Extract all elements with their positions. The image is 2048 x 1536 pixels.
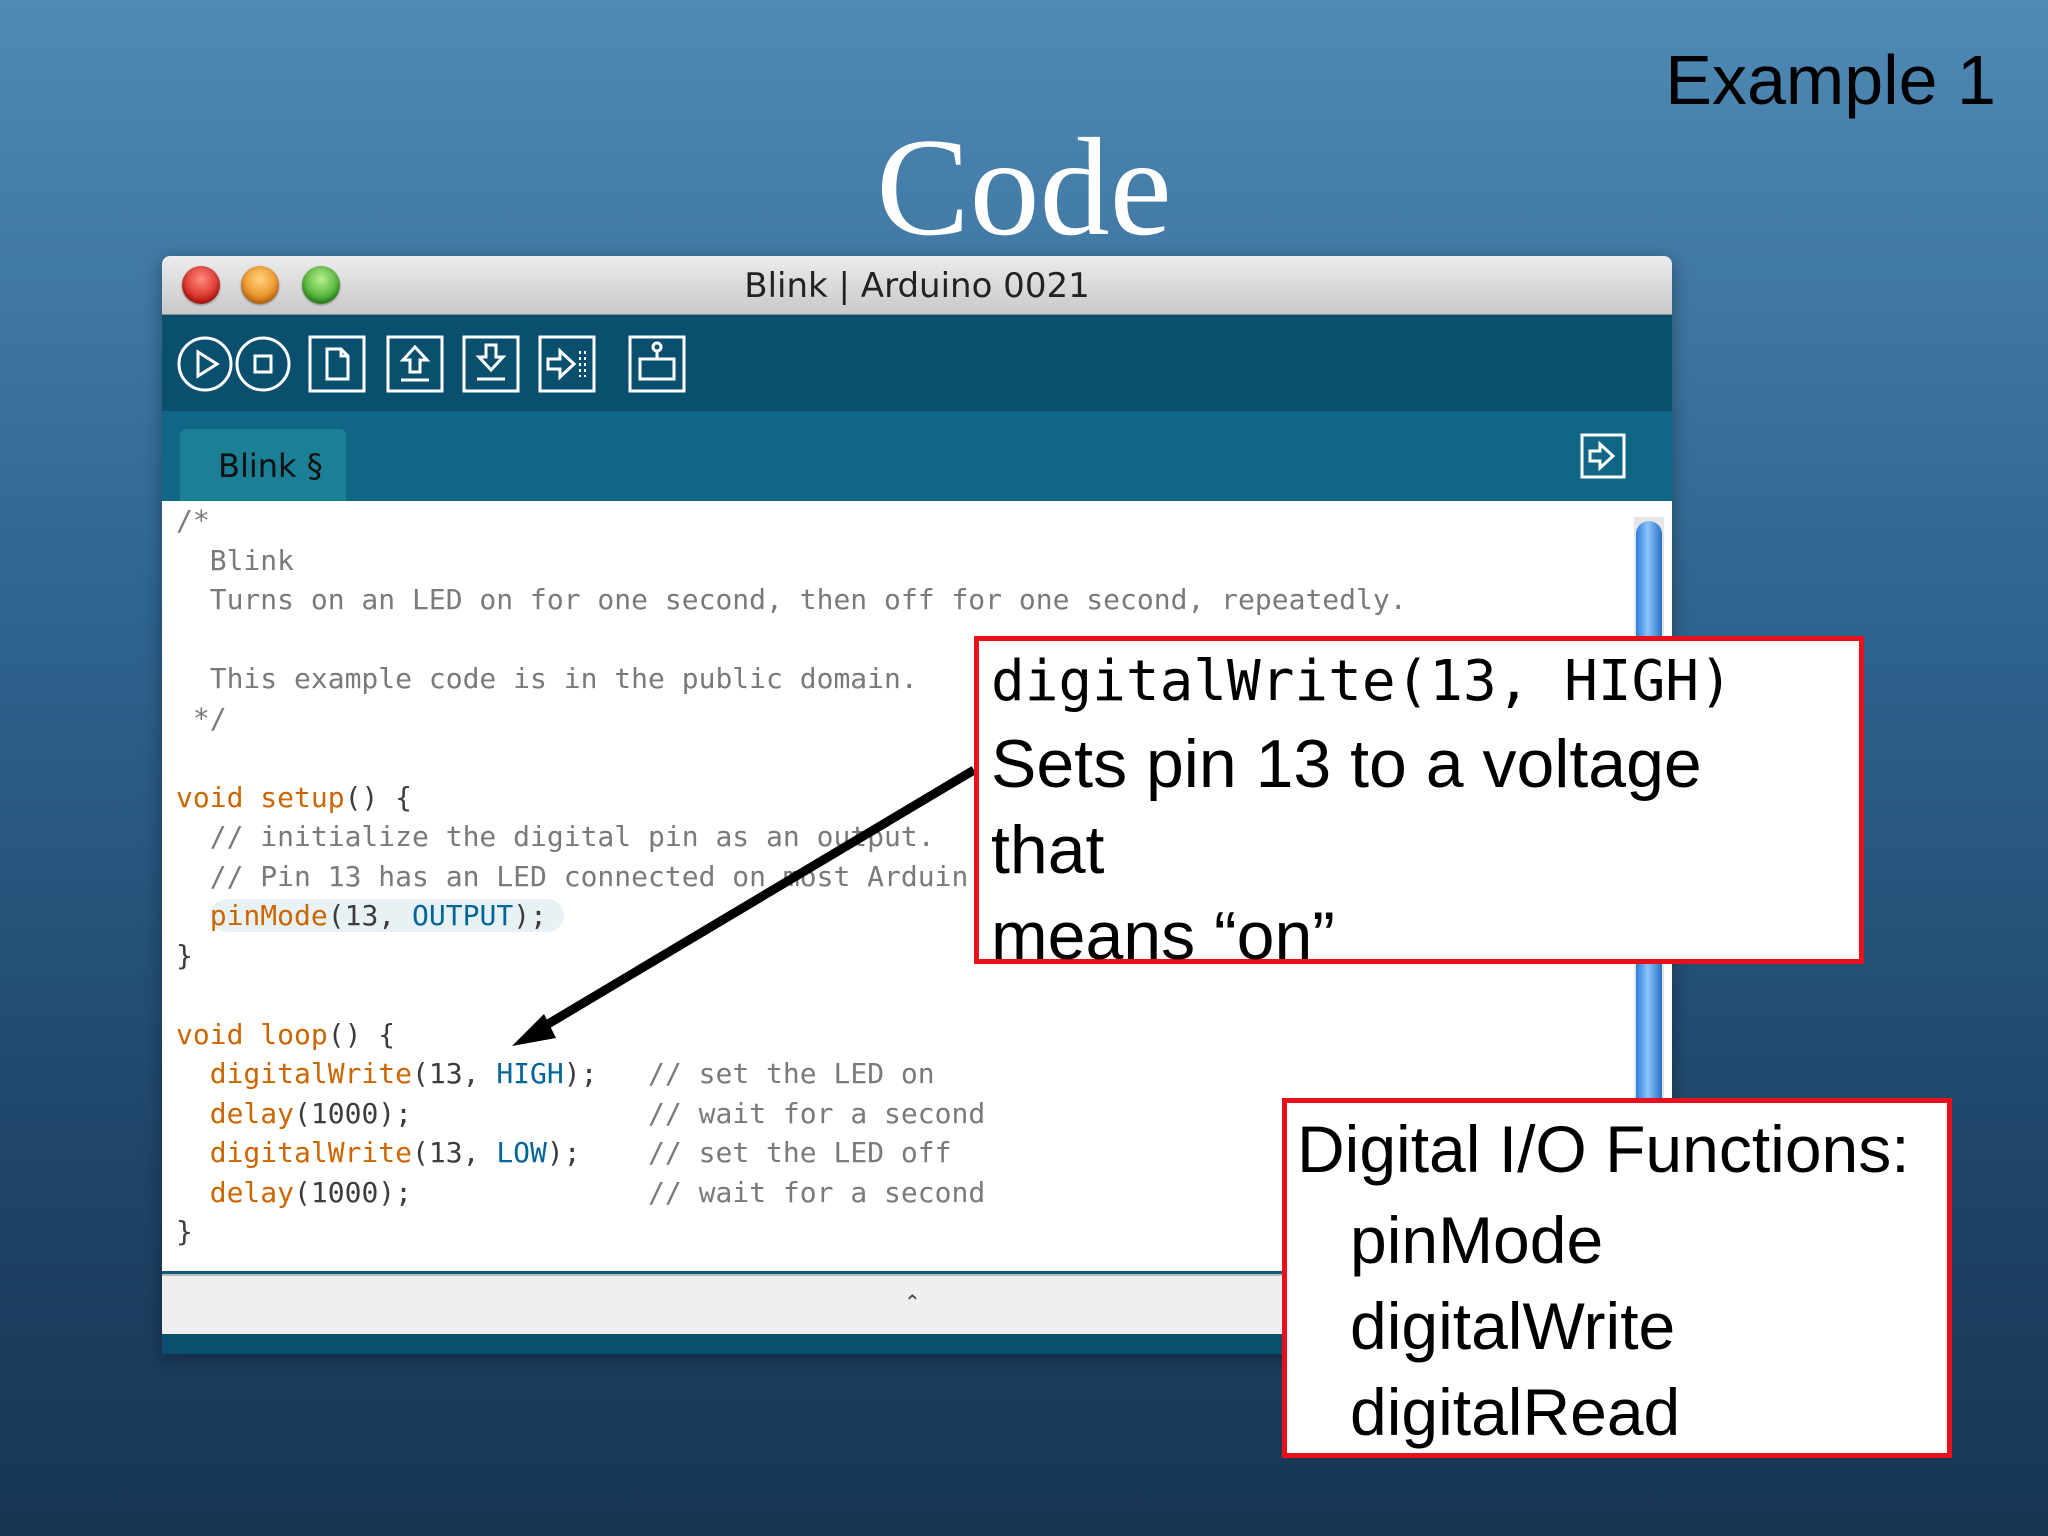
function-list: pinMode digitalWrite digitalRead: [1350, 1197, 1680, 1455]
callout-description: Sets pin 13 to a voltage that means “on”: [991, 721, 1702, 979]
callout-line: means “on”: [991, 898, 1335, 974]
callout-line: Sets pin 13 to a voltage: [991, 726, 1702, 802]
callout-code: digitalWrite(13, HIGH): [991, 649, 1733, 714]
function-item: digitalRead: [1350, 1375, 1681, 1449]
callout-heading: Digital I/O Functions:: [1297, 1112, 1910, 1186]
callout-line: that: [991, 812, 1105, 888]
digital-io-functions-callout: Digital I/O Functions: pinMode digitalWr…: [1282, 1098, 1952, 1458]
digitalwrite-callout: digitalWrite(13, HIGH) Sets pin 13 to a …: [974, 636, 1864, 974]
arrow-line: [535, 766, 977, 1034]
function-item: digitalWrite: [1350, 1289, 1676, 1363]
function-item: pinMode: [1350, 1203, 1604, 1277]
